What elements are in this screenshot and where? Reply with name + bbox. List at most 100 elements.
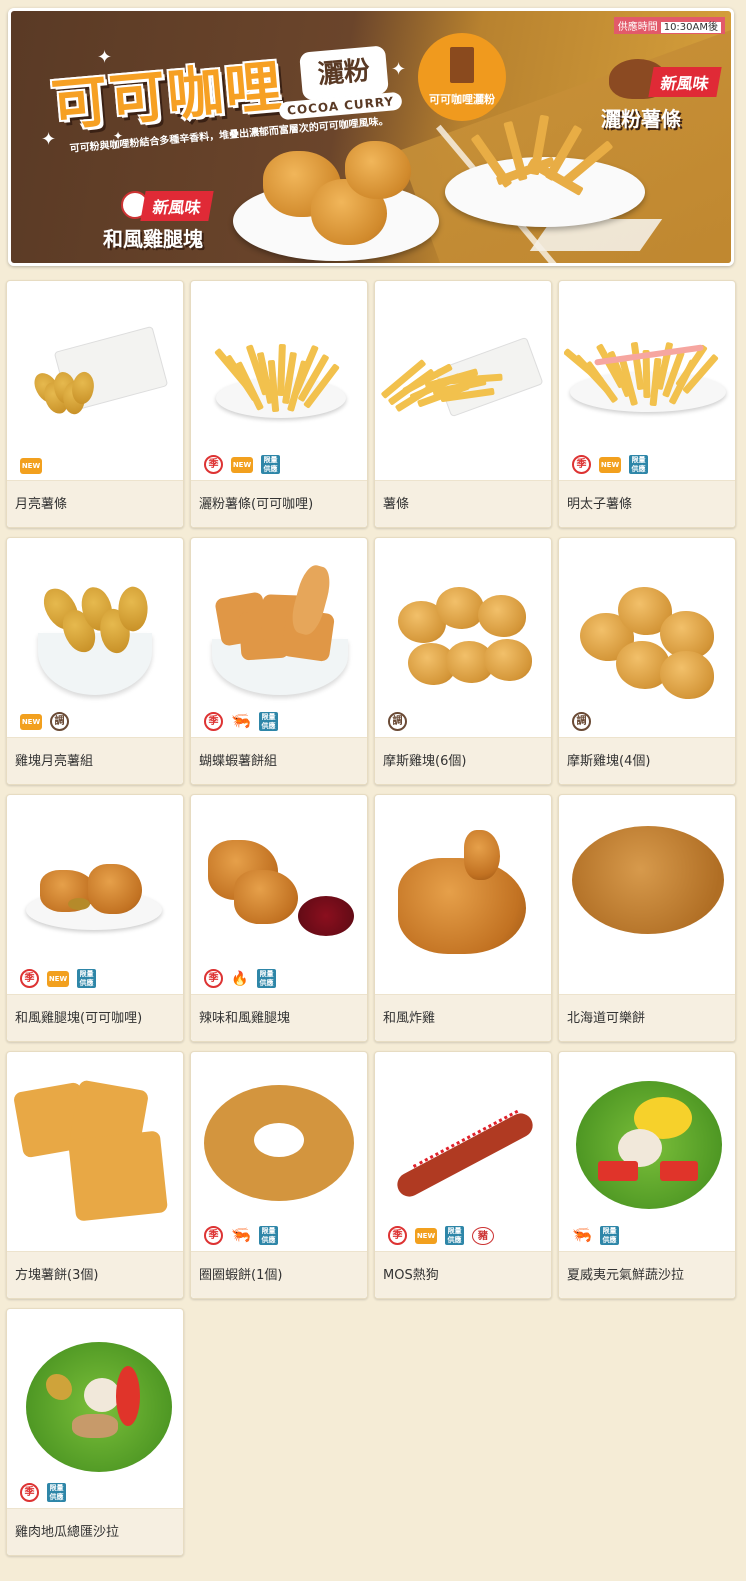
product-name: 摩斯雞塊(4個) bbox=[567, 754, 651, 769]
product-name: 方塊薯餅(3個) bbox=[15, 1268, 99, 1283]
product-name: MOS熱狗 bbox=[383, 1268, 439, 1283]
product-card[interactable]: 季限量供應 雞肉地瓜總匯沙拉 bbox=[6, 1308, 184, 1556]
product-footer: 月亮薯條 bbox=[7, 480, 183, 527]
product-footer: 夏威夷元氣鮮蔬沙拉 bbox=[559, 1251, 735, 1298]
seasoning-badge-label: 可可咖哩灑粉 bbox=[429, 93, 495, 106]
limited-icon: 限量供應 bbox=[261, 455, 280, 474]
product-footer: 薯條 bbox=[375, 480, 551, 527]
product-card[interactable]: 季 NEW 限量供應 和風雞腿塊(可可咖哩) bbox=[6, 794, 184, 1042]
new-icon: NEW bbox=[20, 458, 42, 474]
product-card[interactable]: NEW 調 雞塊月亮薯組 bbox=[6, 537, 184, 785]
product-footer: 辣味和風雞腿塊 bbox=[191, 994, 367, 1041]
serving-hours: 供應時間 10:30AM後 bbox=[613, 17, 725, 34]
season-icon: 季 bbox=[204, 711, 223, 731]
product-photo bbox=[12, 1057, 178, 1253]
seasoning-badge: 可可咖哩灑粉 bbox=[418, 33, 506, 121]
tomato bbox=[598, 1161, 638, 1181]
product-card[interactable]: 方塊薯餅(3個) bbox=[6, 1051, 184, 1299]
product-tags: 🦐 限量供應 bbox=[572, 1225, 619, 1245]
product-name: 明太子薯條 bbox=[567, 497, 633, 512]
season-icon: 季 bbox=[20, 969, 39, 988]
season-icon: 季 bbox=[388, 1226, 407, 1245]
banner-chicken bbox=[345, 141, 411, 199]
nugget bbox=[660, 651, 714, 699]
banner-product-right: 灑粉薯條 bbox=[601, 107, 681, 131]
product-footer: 摩斯雞塊(6個) bbox=[375, 737, 551, 784]
product-tags: 調 bbox=[388, 712, 407, 731]
product-tags: 季 NEW 限量供應豬 bbox=[388, 1226, 494, 1245]
shrimp-icon: 🦐 bbox=[231, 711, 251, 730]
product-name: 和風雞腿塊(可可咖哩) bbox=[15, 1011, 143, 1026]
new-icon: NEW bbox=[599, 456, 621, 473]
product-footer: 灑粉薯條(可可咖哩) bbox=[191, 480, 367, 527]
product-card[interactable]: 調 摩斯雞塊(6個) bbox=[374, 537, 552, 785]
sparkle-icon: ✦ bbox=[391, 59, 407, 80]
new-icon: NEW bbox=[415, 1227, 437, 1244]
product-card[interactable]: 🦐 限量供應 夏威夷元氣鮮蔬沙拉 bbox=[558, 1051, 736, 1299]
product-name: 圈圈蝦餅(1個) bbox=[199, 1268, 283, 1283]
chicken-drumstick bbox=[464, 830, 500, 880]
product-name: 月亮薯條 bbox=[15, 497, 68, 512]
product-tags: NEW 調 bbox=[20, 712, 69, 731]
product-photo bbox=[564, 800, 730, 996]
limited-icon: 限量供應 bbox=[259, 711, 278, 731]
product-photo: 季 NEW 限量供應 bbox=[564, 286, 730, 482]
product-name: 雞肉地瓜總匯沙拉 bbox=[15, 1525, 120, 1540]
nugget bbox=[484, 639, 532, 681]
croquette bbox=[572, 826, 724, 934]
product-card[interactable]: 季 NEW 限量供應豬 MOS熱狗 bbox=[374, 1051, 552, 1299]
product-card[interactable]: 季 🦐 限量供應 蝴蝶蝦薯餅組 bbox=[190, 537, 368, 785]
product-photo: 季 🦐 限量供應 bbox=[196, 1057, 362, 1253]
chicken bbox=[88, 864, 142, 914]
product-photo: NEW 調 bbox=[12, 543, 178, 739]
product-tags: 季 NEW 限量供應 bbox=[20, 969, 96, 988]
product-name: 辣味和風雞腿塊 bbox=[199, 1011, 291, 1026]
product-card[interactable]: 季 🔥 限量供應 辣味和風雞腿塊 bbox=[190, 794, 368, 1042]
product-card[interactable]: NEW 月亮薯條 bbox=[6, 280, 184, 528]
serving-hours-label: 供應時間 bbox=[617, 22, 658, 33]
product-photo: 季 🦐 限量供應 bbox=[196, 543, 362, 739]
product-footer: MOS熱狗 bbox=[375, 1251, 551, 1298]
product-card[interactable]: 和風炸雞 bbox=[374, 794, 552, 1042]
product-footer: 圈圈蝦餅(1個) bbox=[191, 1251, 367, 1298]
seasoning-pack-icon bbox=[450, 47, 474, 83]
product-tags: 季 🔥 限量供應 bbox=[204, 969, 276, 988]
limited-icon: 限量供應 bbox=[259, 1225, 278, 1245]
serving-hours-value: 10:30AM後 bbox=[660, 22, 721, 33]
product-card[interactable]: 北海道可樂餅 bbox=[558, 794, 736, 1042]
product-card[interactable]: 薯條 bbox=[374, 280, 552, 528]
product-footer: 雞肉地瓜總匯沙拉 bbox=[7, 1508, 183, 1555]
sauce-cup bbox=[298, 896, 354, 936]
product-tags: 季 🦐 限量供應 bbox=[204, 1225, 278, 1245]
product-footer: 明太子薯條 bbox=[559, 480, 735, 527]
product-name: 灑粉薯條(可可咖哩) bbox=[199, 497, 314, 512]
new-icon: NEW bbox=[231, 456, 253, 473]
product-tags: 季 NEW 限量供應 bbox=[204, 455, 280, 474]
potato-salad bbox=[84, 1378, 120, 1412]
fried-chicken bbox=[398, 858, 526, 954]
tomato bbox=[116, 1366, 140, 1426]
pork-icon: 豬 bbox=[472, 1226, 494, 1245]
promo-banner[interactable]: ✦ ✦ ✦ ✦ 可可咖哩 灑粉 COCOA CURRY 可可粉與咖哩粉結合多種辛… bbox=[8, 8, 734, 266]
product-photo: 季 NEW 限量供應豬 bbox=[380, 1057, 546, 1253]
new-flavor-tag-right: 新風味 bbox=[648, 67, 722, 97]
product-card[interactable]: 季 🦐 限量供應 圈圈蝦餅(1個) bbox=[190, 1051, 368, 1299]
nugget bbox=[436, 587, 484, 629]
product-footer: 和風雞腿塊(可可咖哩) bbox=[7, 994, 183, 1041]
product-photo: 季限量供應 bbox=[12, 1314, 178, 1510]
product-name: 蝴蝶蝦薯餅組 bbox=[199, 754, 278, 769]
product-photo: 季 🔥 限量供應 bbox=[196, 800, 362, 996]
limited-icon: 限量供應 bbox=[629, 455, 648, 474]
product-card[interactable]: 季 NEW 限量供應 灑粉薯條(可可咖哩) bbox=[190, 280, 368, 528]
limited-icon: 限量供應 bbox=[257, 969, 276, 988]
product-name: 薯條 bbox=[383, 497, 410, 512]
product-name: 夏威夷元氣鮮蔬沙拉 bbox=[567, 1268, 685, 1283]
product-photo: 調 bbox=[564, 543, 730, 739]
product-footer: 摩斯雞塊(4個) bbox=[559, 737, 735, 784]
product-tags: 季限量供應 bbox=[20, 1483, 66, 1502]
product-card[interactable]: 季 NEW 限量供應 明太子薯條 bbox=[558, 280, 736, 528]
product-footer: 北海道可樂餅 bbox=[559, 994, 735, 1041]
limited-icon: 限量供應 bbox=[77, 969, 96, 988]
product-card[interactable]: 調 摩斯雞塊(4個) bbox=[558, 537, 736, 785]
banner-product-left: 和風雞腿塊 bbox=[103, 227, 203, 251]
